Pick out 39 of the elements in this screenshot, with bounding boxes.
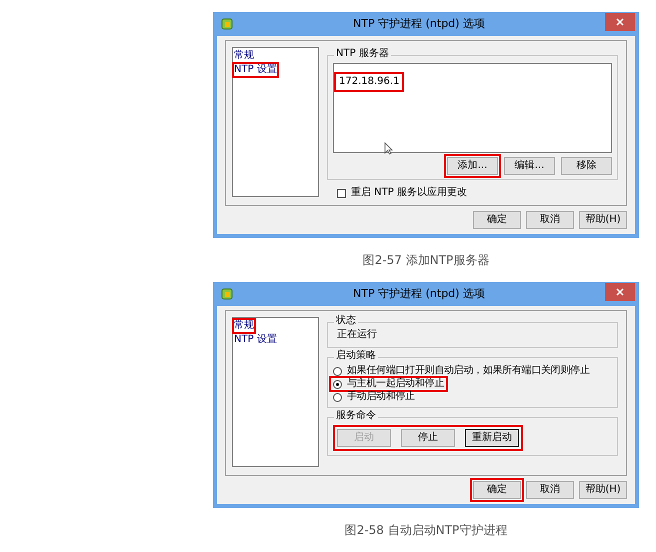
close-button[interactable] [605, 12, 635, 30]
radio-button[interactable] [333, 392, 342, 402]
category-item[interactable]: 常规 [234, 50, 254, 62]
checkbox-label: 重启 NTP 服务以应用更改 [351, 188, 467, 198]
category-item[interactable]: NTP 设置 [234, 64, 277, 76]
group-title: 服务命令 [334, 411, 378, 421]
dialog-button[interactable]: 添加... [447, 157, 498, 175]
radio-button[interactable] [333, 366, 342, 376]
dialog-button[interactable]: 重新启动 [465, 429, 519, 447]
radio-label: 如果任何端口打开则自动启动，如果所有端口关闭则停止 [347, 365, 590, 377]
dialog-button[interactable]: 帮助(H) [579, 211, 627, 229]
close-icon [616, 18, 624, 26]
dialog-button[interactable]: 取消 [526, 481, 574, 499]
server-entry[interactable]: 172.18.96.1 [339, 75, 400, 87]
group-title: NTP 服务器 [334, 49, 391, 59]
figure-caption: 图2-58 自动启动NTP守护进程 [344, 524, 508, 536]
group-title: 状态 [334, 316, 358, 326]
dialog-button[interactable]: 帮助(H) [579, 481, 627, 499]
dialog-button[interactable]: 确定 [473, 211, 521, 229]
radio-label: 与主机一起启动和停止 [347, 378, 444, 390]
group-title: 启动策略 [334, 351, 378, 361]
status-text: 正在运行 [336, 330, 378, 342]
dialog-button[interactable]: 移除 [561, 157, 612, 175]
app-icon [221, 288, 233, 300]
dialog-button[interactable]: 取消 [526, 211, 574, 229]
app-icon [221, 18, 233, 30]
category-item[interactable]: NTP 设置 [234, 334, 277, 346]
checkbox[interactable] [337, 188, 346, 198]
window-title: NTP 守护进程 (ntpd) 选项 [352, 286, 486, 302]
window-title: NTP 守护进程 (ntpd) 选项 [352, 16, 486, 32]
radio-label: 手动启动和停止 [347, 391, 415, 403]
radio-button[interactable] [333, 380, 342, 388]
dialog-button[interactable]: 停止 [401, 429, 455, 447]
category-item[interactable]: 常规 [234, 320, 254, 332]
close-button[interactable] [605, 282, 635, 300]
close-icon [616, 288, 624, 296]
dialog-button[interactable]: 确定 [473, 481, 521, 499]
dialog-button[interactable]: 编辑... [504, 157, 555, 175]
figure-caption: 图2-57 添加NTP服务器 [362, 254, 490, 266]
